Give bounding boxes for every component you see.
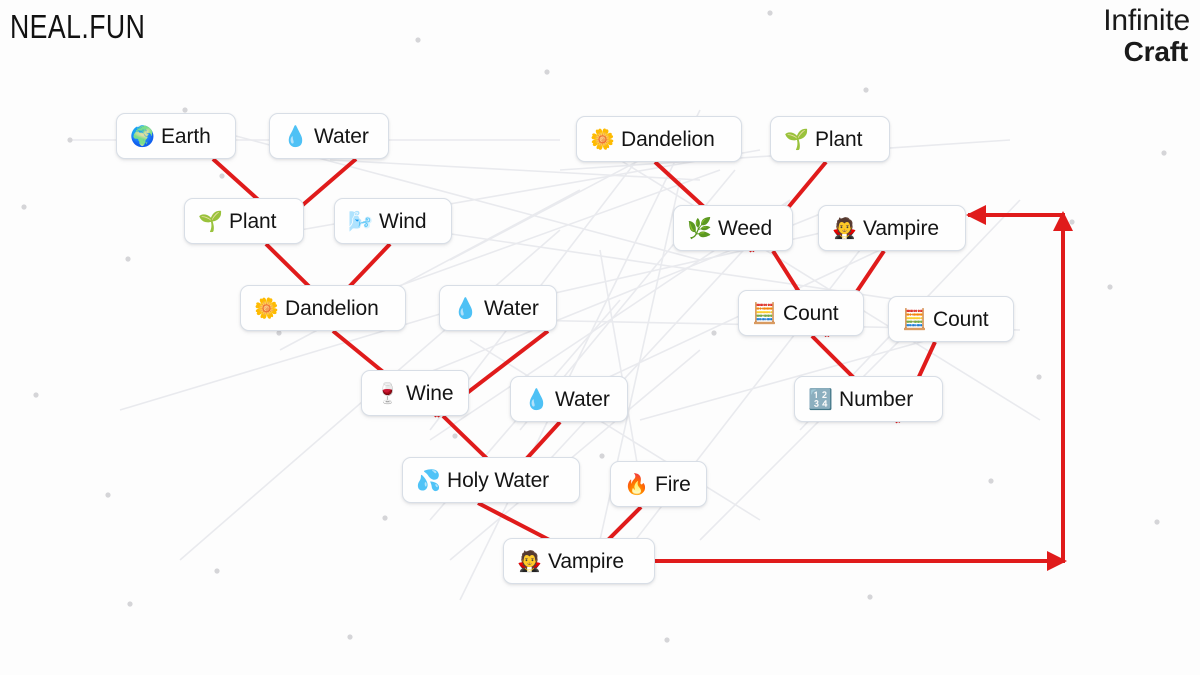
vampire-icon: 🧛 — [832, 216, 857, 240]
craft-node-earth[interactable]: 🌍 Earth — [116, 113, 236, 159]
craft-node-plant-r[interactable]: 🌱 Plant — [770, 116, 890, 162]
blossom-flower-icon: 🌼 — [254, 296, 279, 320]
craft-node-fire[interactable]: 🔥 Fire — [610, 461, 707, 507]
background-dot — [767, 10, 773, 16]
water-drop-icon: 💧 — [283, 124, 308, 148]
logo-line-craft: Craft — [1123, 36, 1189, 67]
fire-icon: 🔥 — [624, 472, 649, 496]
craft-node-water2[interactable]: 💧 Water — [439, 285, 557, 331]
background-dot — [105, 492, 111, 498]
craft-node-label: Wind — [379, 209, 427, 233]
background-dot — [452, 433, 458, 439]
craft-node-wine[interactable]: 🍷 Wine — [361, 370, 469, 416]
faint-edge — [699, 339, 901, 541]
craft-node-label: Water — [484, 296, 539, 320]
background-dot — [1154, 519, 1160, 525]
blossom-flower-icon: 🌼 — [590, 127, 615, 151]
craft-node-label: Dandelion — [285, 296, 379, 320]
seedling-icon: 🌱 — [198, 209, 223, 233]
craft-node-label: Fire — [655, 472, 691, 496]
craft-node-plant-l[interactable]: 🌱 Plant — [184, 198, 304, 244]
background-dot — [214, 568, 220, 574]
background-dot — [21, 204, 27, 210]
background-dot — [863, 87, 869, 93]
faint-edge — [459, 109, 701, 601]
craft-node-dandelion-l[interactable]: 🌼 Dandelion — [240, 285, 406, 331]
craft-node-count2[interactable]: 🧮 Count — [888, 296, 1014, 342]
craft-node-vampire-r[interactable]: 🧛 Vampire — [818, 205, 966, 251]
wine-glass-icon: 🍷 — [375, 381, 400, 405]
logo-line-infinite: Infinite — [1103, 4, 1190, 37]
background-dot — [182, 107, 188, 113]
herb-leaf-icon: 🌿 — [687, 216, 712, 240]
craft-node-holywater[interactable]: 💦 Holy Water — [402, 457, 580, 503]
wind-face-icon: 🌬️ — [348, 209, 373, 233]
background-dot — [867, 594, 873, 600]
background-dot — [219, 173, 225, 179]
vampire-icon: 🧛 — [517, 549, 542, 573]
water-drop-icon: 💧 — [453, 296, 478, 320]
background-dot — [125, 256, 131, 262]
craft-node-label: Dandelion — [621, 127, 715, 151]
craft-node-label: Holy Water — [447, 468, 550, 492]
craft-node-label: Count — [933, 307, 989, 331]
neal-fun-logo[interactable]: NEAL.FUN — [10, 8, 145, 47]
craft-node-label: Vampire — [548, 549, 624, 573]
craft-node-label: Plant — [229, 209, 277, 233]
abacus-icon: 🧮 — [752, 301, 777, 325]
craft-node-water1[interactable]: 💧 Water — [269, 113, 389, 159]
sweat-droplets-icon: 💦 — [416, 468, 441, 492]
craft-node-label: Water — [555, 387, 610, 411]
seedling-icon: 🌱 — [784, 127, 809, 151]
craft-node-count1[interactable]: 🧮 Count — [738, 290, 864, 336]
abacus-icon: 🧮 — [902, 307, 927, 331]
craft-node-label: Earth — [161, 124, 211, 148]
background-dot — [1161, 150, 1167, 156]
craft-node-weed[interactable]: 🌿 Weed — [673, 205, 793, 251]
background-dot — [1107, 284, 1113, 290]
input-numbers-icon: 🔢 — [808, 387, 833, 411]
craft-node-label: Number — [839, 387, 914, 411]
craft-node-wind[interactable]: 🌬️ Wind — [334, 198, 452, 244]
earth-globe-icon: 🌍 — [130, 124, 155, 148]
faint-edge — [449, 159, 641, 261]
background-dot — [276, 330, 282, 336]
background-dot — [33, 392, 39, 398]
water-drop-icon: 💧 — [524, 387, 549, 411]
craft-node-label: Wine — [406, 381, 454, 405]
faint-edge — [329, 159, 701, 181]
background-dot — [347, 634, 353, 640]
infinite-craft-canvas[interactable]: NEAL.FUN Infinite Craft 🌍 Earth 💧 Water 🌼 Dan… — [0, 0, 1200, 675]
background-dot — [1069, 219, 1075, 225]
craft-node-label: Count — [783, 301, 839, 325]
background-dot — [67, 137, 73, 143]
craft-node-number[interactable]: 🔢 Number — [794, 376, 943, 422]
craft-node-label: Weed — [718, 216, 773, 240]
infinite-craft-logo[interactable]: Infinite Craft — [1103, 6, 1190, 66]
background-dot — [1036, 374, 1042, 380]
craft-node-vampire-b[interactable]: 🧛 Vampire — [503, 538, 655, 584]
faint-edge — [599, 249, 641, 481]
background-dot — [664, 637, 670, 643]
background-dot — [415, 37, 421, 43]
craft-node-label: Plant — [815, 127, 863, 151]
background-dot — [599, 453, 605, 459]
craft-node-water3[interactable]: 💧 Water — [510, 376, 628, 422]
craft-node-label: Vampire — [863, 216, 939, 240]
craft-node-dandelion-r[interactable]: 🌼 Dandelion — [576, 116, 742, 162]
background-dot — [711, 330, 717, 336]
craft-node-label: Water — [314, 124, 369, 148]
background-dot — [127, 601, 133, 607]
background-dot — [988, 478, 994, 484]
background-dot — [544, 69, 550, 75]
background-dot — [382, 515, 388, 521]
